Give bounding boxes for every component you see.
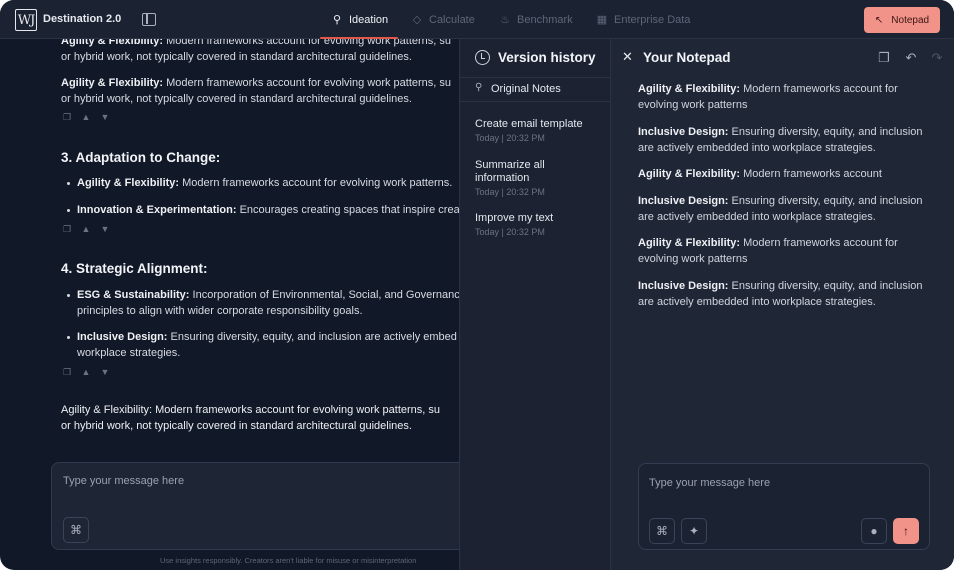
pin-icon: ⚲ [475,82,483,93]
arrow-up-left-icon: ↖ [874,14,884,26]
version-history-title: Version history [498,50,596,65]
history-clock-icon [475,50,490,65]
note-paragraph: Agility & Flexibility: Modern frameworks… [638,83,898,111]
tab-benchmark[interactable]: ♨ Benchmark [499,13,573,27]
close-icon[interactable]: ✕ [622,49,633,65]
disclaimer-text: Use insights responsibly. Creators aren'… [160,556,417,565]
thumbs-down-icon[interactable]: ▼ [99,112,111,123]
microphone-icon[interactable]: ● [861,518,887,544]
app-title: Destination 2.0 [43,13,122,25]
message-actions: ❐ ▲ ▼ [61,224,111,235]
user-message: Agility & Flexibility: Modern frameworks… [61,404,441,432]
flame-icon: ♨ [500,14,510,26]
paperclip-icon[interactable]: ⌘ [63,517,89,543]
scan-icon: ▦ [596,14,608,26]
diamond-icon: ◇ [412,14,422,26]
thumbs-down-icon[interactable]: ▼ [99,224,111,235]
copy-icon[interactable]: ❐ [61,112,73,123]
arrow-up-icon: ↑ [903,524,909,538]
tab-enterprise-data[interactable]: ▦ Enterprise Data [596,13,691,27]
app-logo[interactable]: WJ [15,9,37,31]
sparkle-icon[interactable]: ✦ [681,518,707,544]
bulb-icon: ⚲ [332,14,342,26]
thumbs-up-icon[interactable]: ▲ [80,112,92,123]
version-history-panel: Version history ⚲ Original Notes Create … [459,39,611,570]
list-item: Inclusive Design: Ensuring diversity, eq… [67,330,457,361]
original-notes-label: Original Notes [491,83,561,95]
note-paragraph: Agility & Flexibility: Modern frameworks… [638,168,882,180]
list-item: Innovation & Experimentation: Encourages… [67,203,459,219]
copy-icon[interactable]: ❐ [61,367,73,378]
note-paragraph: Inclusive Design: Ensuring diversity, eq… [638,126,923,154]
note-paragraph: Inclusive Design: Ensuring diversity, eq… [638,195,923,223]
version-item[interactable]: Summarize all information Today | 20:32 … [475,159,600,197]
message-actions: ❐ ▲ ▼ [61,367,111,378]
section-heading: 4. Strategic Alignment: [61,261,208,276]
list-item: Agility & Flexibility: Modern frameworks… [66,176,452,192]
app-window: WJ Destination 2.0 ⚲ Ideation ◇ Calculat… [0,0,954,570]
thumbs-down-icon[interactable]: ▼ [99,367,111,378]
tab-label: Enterprise Data [614,13,691,26]
original-notes-item[interactable]: ⚲ Original Notes [460,77,611,102]
notepad-button[interactable]: ↖ Notepad [864,7,940,33]
message-paragraph: Agility & Flexibility: Modern frameworks… [61,39,452,63]
tab-calculate[interactable]: ◇ Calculate [411,13,475,27]
version-item[interactable]: Improve my text Today | 20:32 PM [475,212,600,237]
redo-icon[interactable]: ↷ [929,50,945,66]
message-actions: ❐ ▲ ▼ [61,112,111,123]
notepad-button-label: Notepad [891,14,930,26]
copy-icon[interactable]: ❐ [876,50,892,66]
note-paragraph: Agility & Flexibility: Modern frameworks… [638,237,898,265]
list-item: ESG & Sustainability: Incorporation of E… [67,288,459,319]
tab-label: Ideation [349,13,389,26]
tab-label: Calculate [429,13,475,26]
chat-area: Agility & Flexibility: Modern frameworks… [0,39,459,570]
sidebar-toggle-icon[interactable] [142,13,156,26]
undo-icon[interactable]: ↶ [903,50,919,66]
note-paragraph: Inclusive Design: Ensuring diversity, eq… [638,280,923,308]
copy-icon[interactable]: ❐ [61,224,73,235]
notepad-input-box[interactable]: Type your message here ⌘ ✦ ● ↑ [638,463,930,550]
chat-input-box[interactable]: Type your message here ⌘ [51,462,459,550]
thumbs-up-icon[interactable]: ▲ [80,367,92,378]
paperclip-icon[interactable]: ⌘ [649,518,675,544]
notepad-input-placeholder: Type your message here [649,477,771,489]
send-button[interactable]: ↑ [893,518,919,544]
tab-label: Benchmark [517,13,573,26]
tab-ideation[interactable]: ⚲ Ideation [331,13,389,27]
top-bar: WJ Destination 2.0 ⚲ Ideation ◇ Calculat… [0,0,954,39]
thumbs-up-icon[interactable]: ▲ [80,224,92,235]
chat-input-placeholder: Type your message here [63,475,185,487]
notepad-title: Your Notepad [643,50,731,65]
message-paragraph: Agility & Flexibility: Modern frameworks… [61,77,452,105]
version-item[interactable]: Create email template Today | 20:32 PM [475,118,600,143]
notepad-panel: ✕ Your Notepad ❐ ↶ ↷ Agility & Flexibili… [610,39,954,570]
section-heading: 3. Adaptation to Change: [61,150,221,165]
